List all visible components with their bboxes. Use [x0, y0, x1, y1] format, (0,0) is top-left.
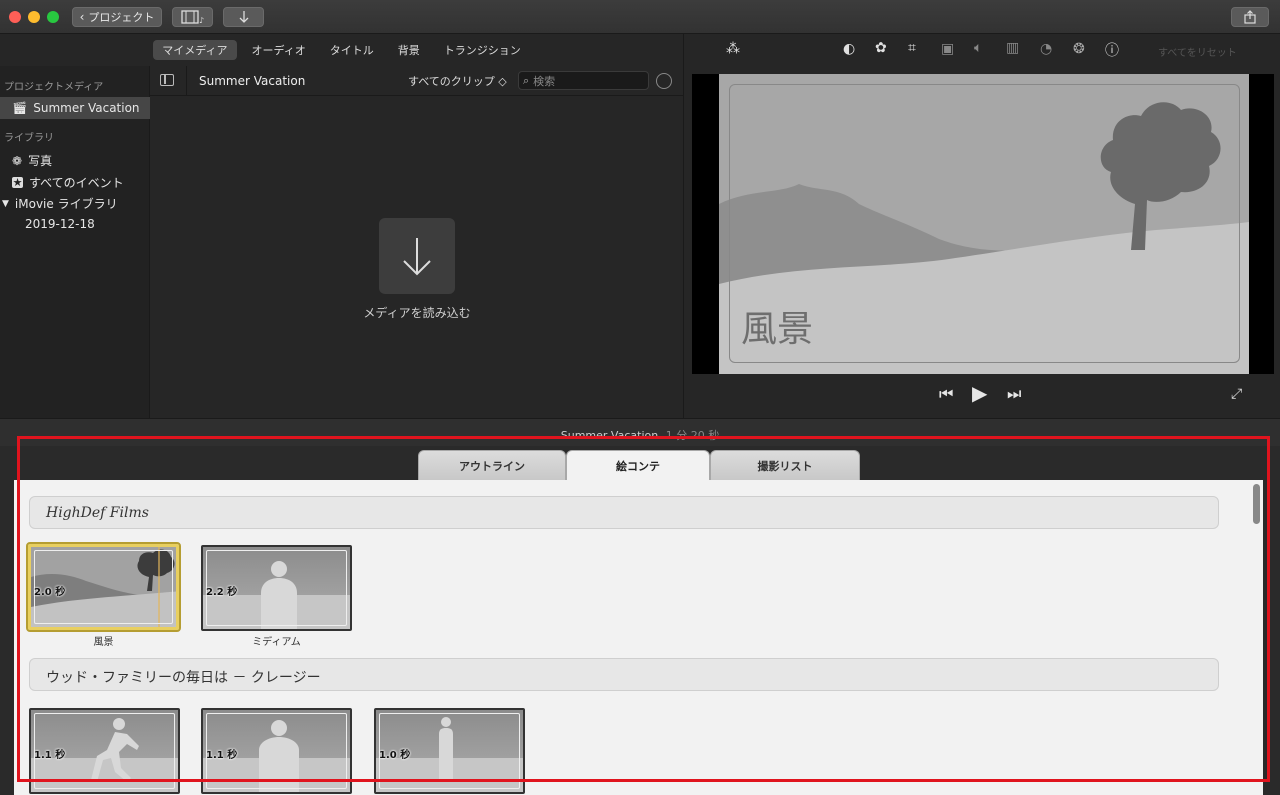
- photos-icon: ❁: [12, 153, 23, 168]
- import-media-button[interactable]: [379, 218, 455, 294]
- share-button[interactable]: [1231, 7, 1269, 27]
- clip-duration: 2.0 秒: [34, 587, 66, 598]
- storyboard-clip[interactable]: 1.1 秒: [201, 708, 352, 794]
- tab-titles[interactable]: タイトル: [321, 40, 383, 60]
- viewer: ⁂ ◐ ✿ ⌗ ▣ 🔈︎ ▥ ◔ ❂ ⓘ すべてをリセット 風景 ⏮︎ ▶ ⏭︎…: [683, 34, 1280, 418]
- clip-duration: 1.1 秒: [34, 750, 66, 761]
- import-media-label: メディアを読み込む: [363, 306, 471, 320]
- close-window-button[interactable]: [9, 11, 21, 23]
- trailer-tabs: アウトライン 絵コンテ 撮影リスト: [0, 450, 1280, 481]
- clip-toolbar: Summer Vacation すべてのクリップ ◇ ⌕ 検索: [150, 66, 683, 96]
- clip-filter-icon[interactable]: ❂: [1073, 41, 1085, 57]
- storyboard-clip[interactable]: 1.1 秒: [29, 708, 180, 794]
- sidebar-item-label: すべてのイベント: [29, 176, 124, 190]
- back-to-projects-button[interactable]: ‹ プロジェクト: [72, 7, 162, 27]
- clip-duration: 1.0 秒: [379, 750, 411, 761]
- media-tabs: マイメディア オーディオ タイトル 背景 トランジション: [0, 34, 683, 66]
- trailer-editor: アウトライン 絵コンテ 撮影リスト HighDef Films 2.0 秒 風景…: [0, 446, 1280, 795]
- project-duration: 1 分 20 秒: [665, 429, 720, 442]
- sidebar-toggle-icon[interactable]: [160, 74, 174, 86]
- tab-outline[interactable]: アウトライン: [418, 450, 566, 480]
- maximize-window-button[interactable]: [47, 11, 59, 23]
- chevron-left-icon: ‹: [79, 10, 85, 24]
- storyboard-clip[interactable]: 2.2 秒: [201, 545, 352, 631]
- minimize-window-button[interactable]: [28, 11, 40, 23]
- storyboard-group[interactable]: ウッド・ファミリーの毎日は － クレージー: [29, 658, 1219, 691]
- sidebar-item-label: Summer Vacation: [33, 101, 140, 115]
- scrollbar-thumb[interactable]: [1253, 484, 1260, 524]
- tab-my-media[interactable]: マイメディア: [153, 40, 237, 60]
- star-icon: ★: [12, 176, 23, 189]
- title-bar: ‹ プロジェクト ♪: [0, 0, 1280, 34]
- info-icon[interactable]: ⓘ: [1105, 40, 1119, 60]
- color-balance-icon[interactable]: ◐: [843, 41, 855, 57]
- timeline-header: Summer Vacation 1 分 20 秒: [0, 418, 1280, 446]
- clapperboard-icon: 🎬︎: [12, 101, 28, 115]
- media-browser-icon: ♪: [180, 10, 204, 24]
- tab-backgrounds[interactable]: 背景: [389, 40, 429, 60]
- search-field[interactable]: ⌕ 検索: [518, 71, 649, 90]
- fullscreen-icon[interactable]: ⤢: [1231, 386, 1242, 402]
- scene-title-text: 風景: [741, 309, 814, 350]
- clip-filter-dropdown[interactable]: すべてのクリップ ◇: [408, 73, 507, 89]
- project-title: Summer Vacation: [560, 429, 659, 442]
- preview-canvas: 風景: [719, 74, 1249, 374]
- imovie-window: ‹ プロジェクト ♪ マイメディア オーディオ タイトル 背景 トランジション …: [0, 0, 1280, 795]
- media-browser-button[interactable]: ♪: [172, 7, 213, 27]
- project-title-bar: Summer Vacation 1 分 20 秒: [0, 427, 1280, 443]
- svg-text:♪: ♪: [199, 16, 204, 24]
- magic-wand-icon[interactable]: ⁂: [726, 41, 740, 57]
- sidebar-item-summer-vacation[interactable]: 🎬︎ Summer Vacation: [0, 97, 150, 119]
- play-icon[interactable]: ▶: [972, 381, 987, 405]
- tab-storyboard[interactable]: 絵コンテ: [566, 450, 710, 481]
- group-title: ウッド・ファミリーの毎日は － クレージー: [46, 670, 321, 686]
- share-icon: [1244, 10, 1256, 24]
- search-placeholder: 検索: [533, 74, 556, 88]
- equalizer-icon[interactable]: ▥: [1006, 40, 1019, 56]
- volume-icon[interactable]: 🔈︎: [974, 40, 982, 56]
- event-title: Summer Vacation: [199, 74, 306, 88]
- clip-label: ミディアム: [252, 637, 301, 648]
- project-media-header: プロジェクトメディア: [4, 82, 104, 93]
- import-drop-area: メディアを読み込む: [151, 96, 683, 418]
- crop-icon[interactable]: ⌗: [908, 40, 916, 56]
- search-icon: ⌕: [523, 73, 530, 87]
- reset-all-button[interactable]: すべてをリセット: [1158, 44, 1237, 59]
- stabilization-icon[interactable]: ▣: [941, 41, 954, 57]
- tab-shot-list[interactable]: 撮影リスト: [710, 450, 860, 480]
- sidebar-item-event[interactable]: 2019-12-18: [25, 217, 95, 231]
- skip-forward-icon[interactable]: ⏭︎: [1007, 384, 1021, 404]
- disclosure-triangle-icon[interactable]: ▼: [2, 199, 9, 209]
- speed-icon[interactable]: ◔: [1040, 41, 1052, 57]
- tab-audio[interactable]: オーディオ: [243, 40, 315, 60]
- storyboard-clip[interactable]: 2.0 秒: [26, 542, 181, 632]
- library-header: ライブラリ: [4, 133, 54, 144]
- storyboard-clip[interactable]: 1.0 秒: [374, 708, 525, 794]
- tab-transitions[interactable]: トランジション: [435, 40, 530, 60]
- sidebar-item-all-events[interactable]: ★ すべてのイベント: [12, 174, 124, 191]
- group-title: HighDef Films: [46, 505, 149, 521]
- back-to-projects-label: プロジェクト: [88, 11, 155, 24]
- import-icon: [239, 11, 248, 23]
- sidebar-item-imovie-library[interactable]: ▼ iMovie ライブラリ: [2, 195, 118, 212]
- import-button[interactable]: [223, 7, 264, 27]
- sidebar-item-label: 2019-12-18: [25, 217, 95, 231]
- divider: [186, 66, 187, 96]
- clip-label: 風景: [93, 637, 114, 648]
- storyboard-sheet: HighDef Films 2.0 秒 風景 2.2 秒 ミディアム ウッド・フ…: [14, 480, 1263, 795]
- clip-duration: 1.1 秒: [206, 750, 238, 761]
- color-correction-icon[interactable]: ✿: [875, 40, 887, 56]
- storyboard-group[interactable]: HighDef Films: [29, 496, 1219, 529]
- sidebar-item-label: iMovie ライブラリ: [14, 197, 118, 211]
- sidebar-item-label: 写真: [28, 154, 53, 168]
- media-browser: マイメディア オーディオ タイトル 背景 トランジション プロジェクトメディア …: [0, 34, 683, 418]
- preview-screen: 風景: [692, 74, 1274, 374]
- libraries-sidebar: プロジェクトメディア 🎬︎ Summer Vacation ライブラリ ❁ 写真…: [0, 66, 150, 418]
- clip-duration: 2.2 秒: [206, 587, 238, 598]
- gear-icon[interactable]: [656, 73, 672, 89]
- sidebar-item-photos[interactable]: ❁ 写真: [12, 152, 52, 169]
- skip-back-icon[interactable]: ⏮︎: [939, 384, 953, 404]
- download-arrow-icon: [403, 238, 431, 276]
- vertical-scrollbar[interactable]: [1251, 480, 1263, 795]
